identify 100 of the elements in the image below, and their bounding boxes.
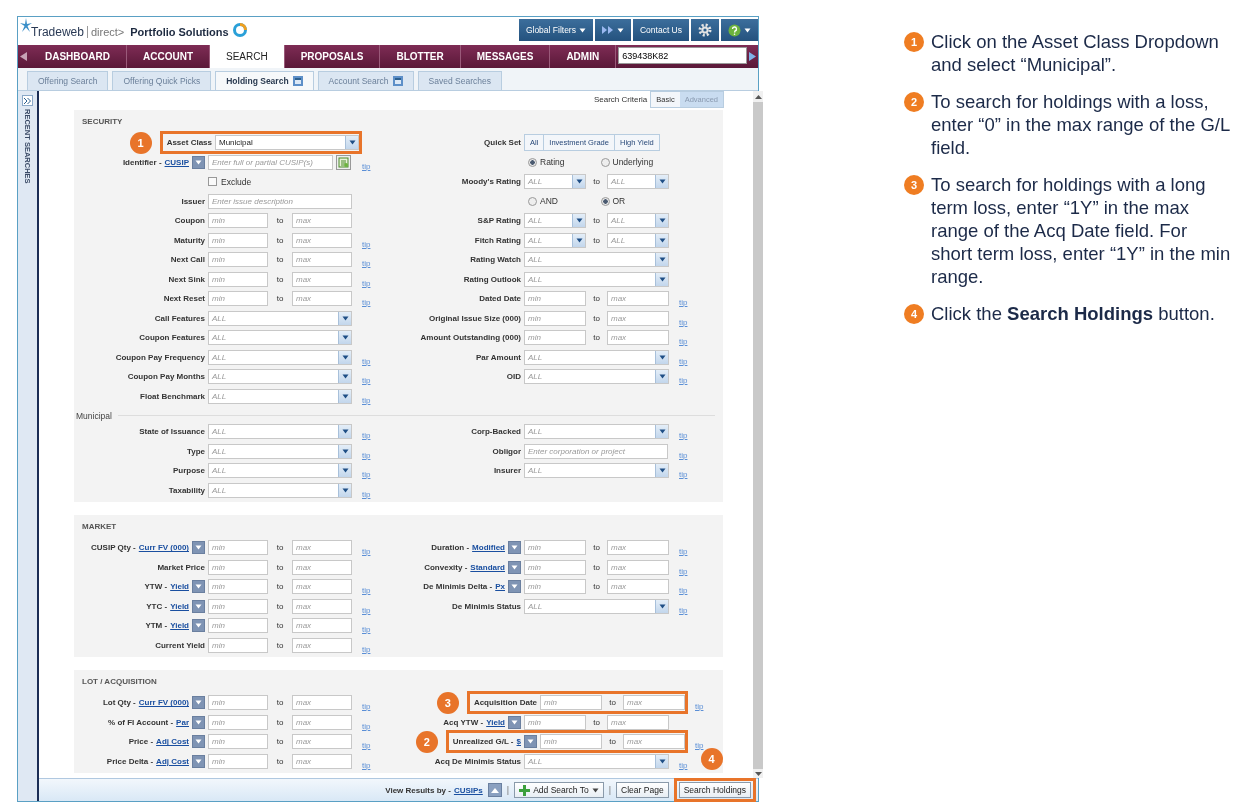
dropdown[interactable]: ALL: [208, 482, 352, 498]
settings-button[interactable]: [691, 19, 719, 41]
input-field[interactable]: min: [524, 714, 586, 730]
input-field[interactable]: max: [607, 330, 669, 346]
tip-link[interactable]: tip: [362, 741, 371, 750]
input-field[interactable]: min: [208, 232, 268, 248]
input-field[interactable]: min: [524, 559, 586, 575]
tip-link[interactable]: tip: [679, 605, 688, 615]
dropdown[interactable]: ALL: [208, 424, 352, 440]
menu-button[interactable]: [508, 580, 521, 594]
dropdown[interactable]: ALL: [524, 232, 586, 248]
tip-link[interactable]: tip: [679, 547, 688, 556]
tip-link[interactable]: tip: [679, 470, 688, 479]
tip-link[interactable]: tip: [695, 741, 704, 750]
tip-link[interactable]: tip: [362, 547, 371, 556]
input-field[interactable]: max: [607, 559, 669, 575]
tip-link[interactable]: tip: [679, 298, 688, 307]
input-field[interactable]: min: [208, 618, 268, 634]
input-field[interactable]: Enter corporation or project: [524, 443, 668, 459]
field-link[interactable]: Yield: [170, 621, 189, 631]
results-link[interactable]: CUSIPs: [453, 785, 483, 795]
menu-button[interactable]: [508, 541, 521, 555]
checkbox[interactable]: [208, 177, 217, 187]
menu-button[interactable]: [192, 541, 205, 555]
help-button[interactable]: [721, 19, 758, 41]
tip-link[interactable]: tip: [679, 376, 688, 385]
dropdown[interactable]: ALL: [208, 349, 352, 365]
tip-link[interactable]: tip: [362, 298, 371, 307]
lookup-button[interactable]: [336, 154, 351, 170]
footer-button[interactable]: Clear Page: [616, 782, 669, 798]
toolbar-button[interactable]: Contact Us: [632, 19, 689, 41]
field-link[interactable]: Adj Cost: [156, 756, 189, 766]
tip-link[interactable]: tip: [362, 356, 371, 366]
field-link[interactable]: Yield: [486, 717, 505, 727]
tip-link[interactable]: tip: [362, 376, 371, 385]
input-field[interactable]: min: [208, 695, 268, 711]
dropdown[interactable]: ALL: [208, 369, 352, 385]
dropdown[interactable]: ALL: [208, 388, 352, 404]
tip-link[interactable]: tip: [362, 259, 371, 268]
tip-link[interactable]: tip: [679, 431, 688, 440]
dropdown[interactable]: ALL: [524, 174, 586, 190]
input-field[interactable]: max: [292, 637, 352, 653]
field-link[interactable]: Yield: [170, 582, 189, 592]
dropdown[interactable]: ALL: [524, 213, 586, 229]
menu-button[interactable]: [192, 696, 205, 710]
input-field[interactable]: min: [524, 330, 586, 346]
menu-button[interactable]: [192, 580, 205, 594]
input-field[interactable]: max: [607, 579, 669, 595]
radio-button[interactable]: [600, 157, 610, 167]
menu-button[interactable]: [192, 155, 205, 169]
input-field[interactable]: max: [292, 540, 352, 556]
dropdown[interactable]: ALL: [524, 753, 669, 769]
tip-link[interactable]: tip: [679, 450, 688, 460]
tip-link[interactable]: tip: [679, 356, 688, 366]
input-field[interactable]: max: [292, 213, 352, 229]
field-link[interactable]: Par: [176, 717, 189, 727]
field-link[interactable]: Curr FV (000): [138, 698, 189, 708]
input-field[interactable]: min: [208, 714, 268, 730]
input-field[interactable]: min: [208, 271, 268, 287]
field-link[interactable]: Modified: [472, 543, 505, 553]
tip-link[interactable]: tip: [362, 278, 371, 288]
add-search-button[interactable]: Add Search To: [514, 782, 604, 798]
tip-link[interactable]: tip: [695, 702, 704, 711]
tip-link[interactable]: tip: [679, 760, 688, 770]
tip-link[interactable]: tip: [679, 337, 688, 346]
menu-button[interactable]: [192, 619, 205, 633]
input-field[interactable]: max: [607, 540, 669, 556]
tip-link[interactable]: tip: [362, 470, 371, 479]
menu-button[interactable]: [192, 715, 205, 729]
dropdown[interactable]: ALL: [607, 213, 669, 229]
dropdown[interactable]: ALL: [524, 271, 669, 287]
dropdown[interactable]: Municipal: [215, 135, 359, 151]
sort-button[interactable]: [487, 783, 502, 797]
forward-button[interactable]: [594, 19, 631, 41]
dropdown[interactable]: ALL: [607, 174, 669, 190]
field-link[interactable]: Standard: [470, 562, 505, 572]
input-field[interactable]: max: [292, 734, 352, 750]
nav-tab[interactable]: SEARCH: [210, 45, 285, 68]
tip-link[interactable]: tip: [679, 566, 688, 576]
input-field[interactable]: Enter full or partial CUSIP(s): [208, 154, 333, 170]
menu-button[interactable]: [192, 754, 205, 768]
tip-link[interactable]: tip: [362, 395, 371, 405]
input-field[interactable]: max: [292, 598, 352, 614]
input-field[interactable]: min: [208, 252, 268, 268]
input-field[interactable]: min: [524, 540, 586, 556]
dropdown[interactable]: ALL: [607, 232, 669, 248]
input-field[interactable]: min: [208, 559, 268, 575]
field-link[interactable]: CUSIP: [164, 157, 189, 167]
menu-button[interactable]: [524, 735, 537, 749]
input-field[interactable]: min: [208, 540, 268, 556]
input-field[interactable]: max: [607, 310, 669, 326]
radio-button[interactable]: [528, 157, 537, 167]
input-field[interactable]: min: [208, 579, 268, 595]
tip-link[interactable]: tip: [362, 644, 371, 654]
input-field[interactable]: min: [208, 213, 268, 229]
tip-link[interactable]: tip: [362, 721, 371, 731]
input-field[interactable]: max: [292, 252, 352, 268]
input-field[interactable]: max: [292, 559, 352, 575]
radio-button[interactable]: [528, 196, 537, 206]
input-field[interactable]: min: [524, 579, 586, 595]
